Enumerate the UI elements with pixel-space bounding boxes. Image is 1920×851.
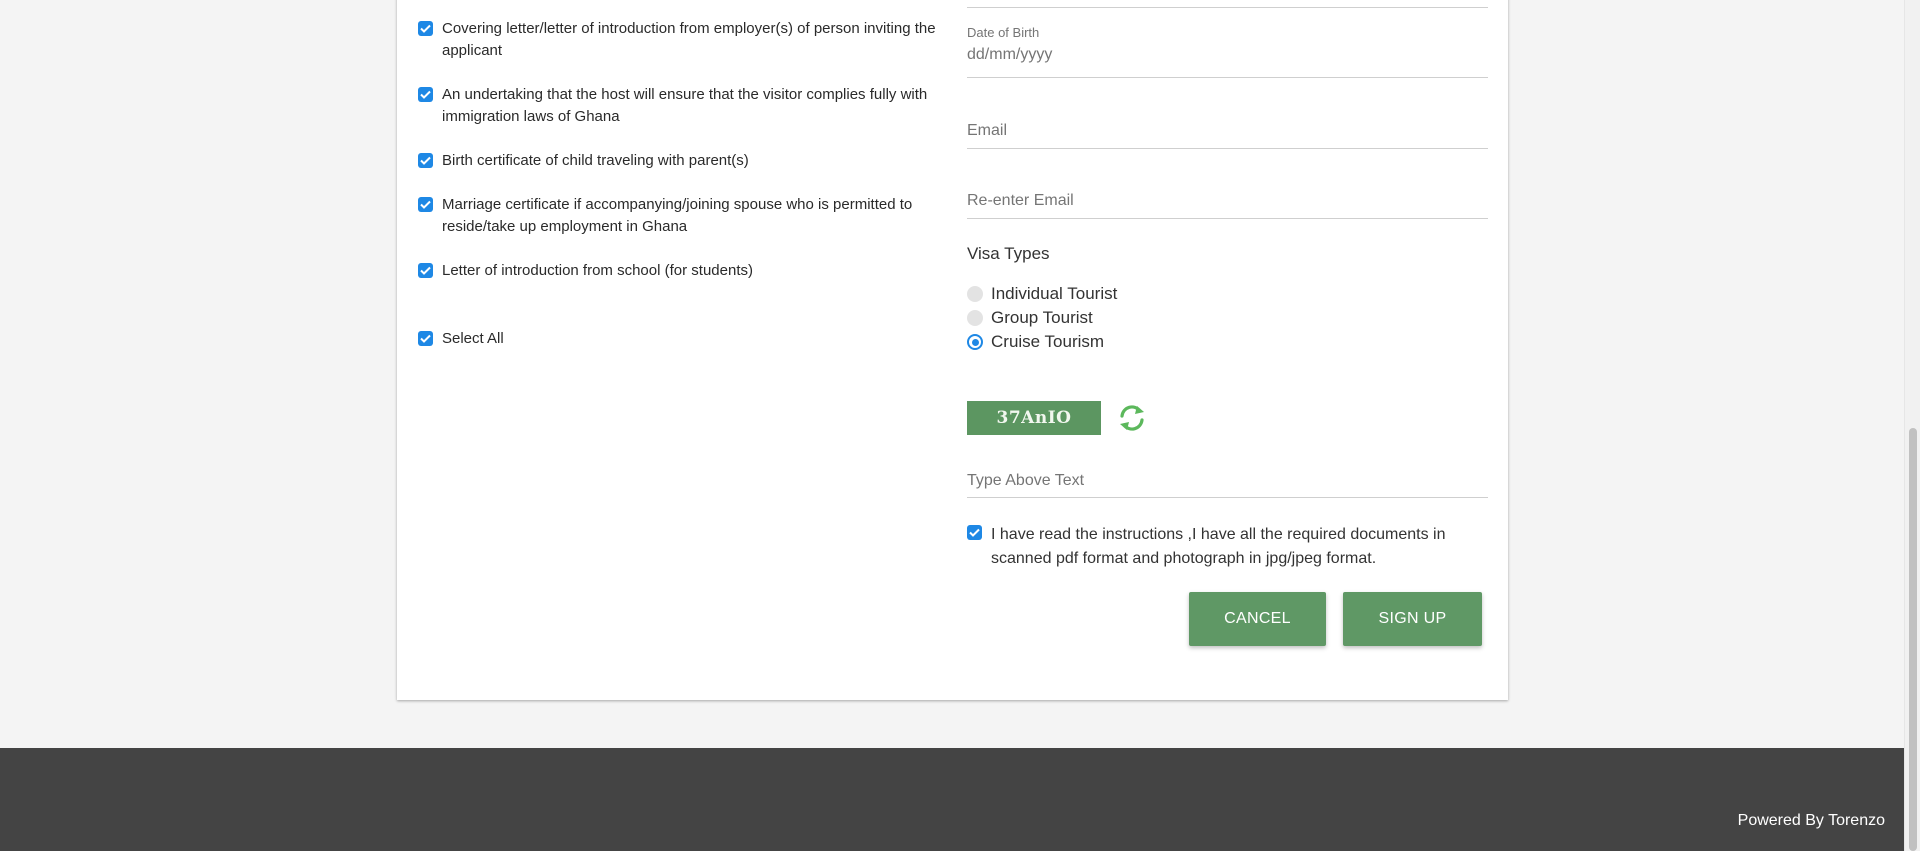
document-checkbox[interactable] <box>418 263 433 278</box>
agreement[interactable]: I have read the instructions ,I have all… <box>967 523 1461 571</box>
visa-option-cruise-tourism[interactable]: Cruise Tourism <box>967 332 1104 352</box>
document-item[interactable]: Birth certificate of child traveling wit… <box>418 150 942 172</box>
footer <box>0 748 1920 851</box>
dob-label: Date of Birth <box>967 25 1040 40</box>
radio-label: Individual Tourist <box>991 284 1118 303</box>
reenter-email-underline <box>967 218 1488 219</box>
captcha-input-underline <box>967 497 1488 498</box>
checkmark-icon <box>420 200 431 209</box>
page-scrollbar[interactable] <box>1904 0 1920 851</box>
captcha-input[interactable]: Type Above Text <box>967 472 1084 490</box>
dob-underline <box>967 77 1488 78</box>
scrollbar-thumb[interactable] <box>1909 428 1917 851</box>
agreement-label: I have read the instructions ,I have all… <box>991 526 1446 567</box>
document-checkbox[interactable] <box>418 197 433 212</box>
agreement-checkbox[interactable] <box>967 525 982 540</box>
visa-types-title: Visa Types <box>967 244 1050 263</box>
radio-button[interactable] <box>967 310 983 326</box>
email-underline <box>967 148 1488 149</box>
refresh-icon[interactable] <box>1116 402 1148 434</box>
select-all-label: Select All <box>442 330 504 347</box>
document-item[interactable]: Marriage certificate if accompanying/joi… <box>418 194 942 238</box>
email-input[interactable]: Email <box>967 122 1007 140</box>
document-label: Covering letter/letter of introduction f… <box>442 20 936 59</box>
document-checkbox[interactable] <box>418 153 433 168</box>
document-checkbox[interactable] <box>418 87 433 102</box>
document-label: Letter of introduction from school (for … <box>442 262 753 279</box>
document-label: An undertaking that the host will ensure… <box>442 86 928 125</box>
dob-input[interactable]: dd/mm/yyyy <box>967 46 1052 64</box>
checkmark-icon <box>420 266 431 275</box>
radio-button-selected[interactable] <box>967 334 983 350</box>
visa-option-individual-tourist[interactable]: Individual Tourist <box>967 284 1117 304</box>
select-all[interactable]: Select All <box>418 328 942 350</box>
powered-by-text: Powered By Torenzo <box>1737 812 1885 829</box>
radio-label: Group Tourist <box>991 308 1093 327</box>
document-label: Birth certificate of child traveling wit… <box>442 152 749 169</box>
checkmark-icon <box>420 24 431 33</box>
previous-field-underline <box>967 7 1488 8</box>
document-checkbox[interactable] <box>418 21 433 36</box>
reenter-email-input[interactable]: Re-enter Email <box>967 192 1074 210</box>
visa-option-group-tourist[interactable]: Group Tourist <box>967 308 1093 328</box>
radio-button[interactable] <box>967 286 983 302</box>
checkmark-icon <box>420 90 431 99</box>
checkmark-icon <box>969 528 980 537</box>
checkmark-icon <box>420 156 431 165</box>
checkmark-icon <box>420 334 431 343</box>
document-item[interactable]: An undertaking that the host will ensure… <box>418 84 942 128</box>
cancel-button[interactable]: CANCEL <box>1189 592 1326 646</box>
select-all-checkbox[interactable] <box>418 331 433 346</box>
radio-label: Cruise Tourism <box>991 332 1105 351</box>
captcha-image: 37AnIO <box>967 401 1101 435</box>
document-label: Marriage certificate if accompanying/joi… <box>442 196 913 235</box>
document-item[interactable]: Covering letter/letter of introduction f… <box>418 18 942 62</box>
sign-up-button[interactable]: SIGN UP <box>1343 592 1482 646</box>
document-item[interactable]: Letter of introduction from school (for … <box>418 260 942 282</box>
